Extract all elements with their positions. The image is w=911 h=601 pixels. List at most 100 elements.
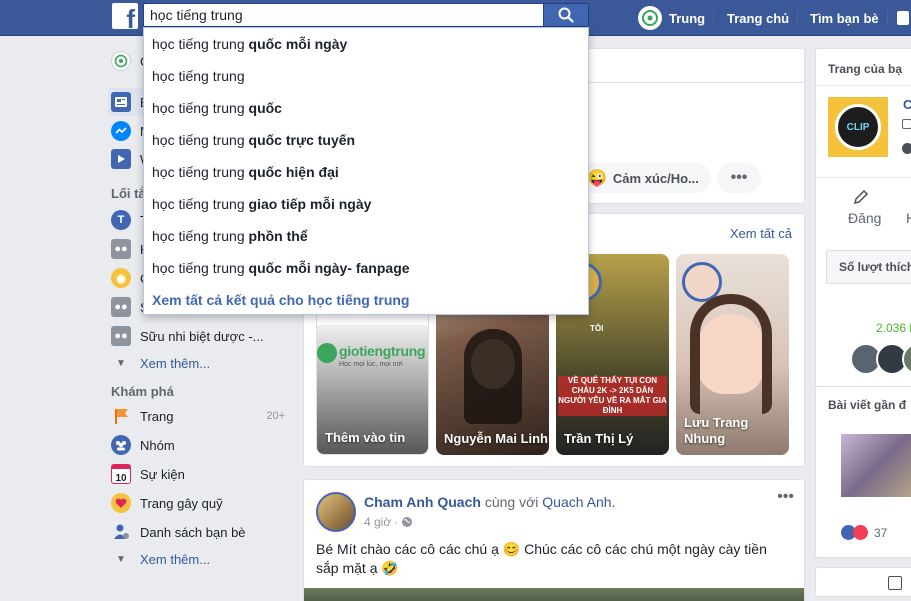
create-icon bbox=[897, 11, 909, 25]
post-tagged-link[interactable]: Quach Anh. bbox=[542, 494, 615, 510]
nav-divider bbox=[797, 10, 798, 26]
story-name: Lưu Trang Nhung bbox=[684, 415, 749, 446]
sidebar-item-pages[interactable]: Trang 20+ bbox=[108, 402, 288, 430]
stories-see-all-link[interactable]: Xem tất cả bbox=[730, 226, 792, 241]
shortcuts-heading: Lối tắ bbox=[111, 186, 146, 201]
suggestion-prefix: học tiếng trung bbox=[152, 132, 245, 148]
suggestion-item[interactable]: học tiếng trung quốc hiện đại bbox=[152, 156, 339, 188]
suggestion-item[interactable]: học tiếng trung bbox=[152, 60, 245, 92]
see-all-results-link[interactable]: Xem tất cả kết quả cho học tiếng trung bbox=[152, 284, 409, 316]
post-options-button[interactable]: ••• bbox=[777, 488, 794, 506]
recent-post-thumbnail[interactable] bbox=[841, 434, 911, 497]
sidebar-item-groups[interactable]: Nhóm bbox=[108, 431, 288, 459]
facebook-logo[interactable]: f bbox=[112, 3, 138, 32]
suggestion-item[interactable]: học tiếng trung phồn thể bbox=[152, 220, 308, 252]
post-action-button[interactable]: Đăng bbox=[848, 210, 881, 226]
divider bbox=[816, 85, 911, 86]
story-name: Thêm vào tin bbox=[325, 430, 406, 445]
watch-icon bbox=[111, 149, 131, 169]
sidebar-item-label: Nhóm bbox=[140, 437, 175, 453]
suggestion-prefix: học tiếng trung bbox=[152, 164, 245, 180]
search-input[interactable] bbox=[144, 4, 544, 26]
sidebar-item-shortcut[interactable]: ●● Sữu nhi biệt dược -... bbox=[108, 322, 288, 350]
chevron-down-icon: ▼ bbox=[116, 357, 126, 369]
post-with-text: cùng với bbox=[484, 494, 539, 510]
suggestion-item[interactable]: học tiếng trung giao tiếp mỗi ngày bbox=[152, 188, 371, 220]
suggestion-item[interactable]: học tiếng trung quốc bbox=[152, 92, 282, 124]
sidebar-item-events[interactable]: 10 Sự kiện bbox=[108, 460, 288, 488]
nav-divider bbox=[713, 10, 714, 26]
promote-button[interactable] bbox=[815, 567, 911, 597]
nav-home-link[interactable]: Trang chủ bbox=[727, 0, 789, 36]
your-pages-panel: Trang của bạ CLIP C Đăng H Số lượt thích… bbox=[815, 48, 911, 388]
profile-logo-icon bbox=[642, 10, 658, 26]
post-timestamp[interactable]: 4 giờ bbox=[364, 515, 391, 529]
suggestion-completion: quốc mỗi ngày- fanpage bbox=[244, 260, 410, 276]
group-icon: ●● bbox=[111, 326, 131, 346]
suggestion-completion: giao tiếp mỗi ngày bbox=[244, 196, 372, 212]
see-more-shortcuts[interactable]: ▼ Xem thêm... bbox=[108, 349, 288, 377]
story-photo-hair bbox=[464, 329, 522, 424]
suggestion-prefix: học tiếng trung bbox=[152, 228, 245, 244]
more-dots-icon: ••• bbox=[730, 169, 748, 186]
see-more-label: Xem thêm... bbox=[140, 355, 211, 371]
nav-find-friends-link[interactable]: Tìm bạn bè bbox=[810, 0, 879, 36]
profile-avatar bbox=[638, 6, 662, 30]
story-overlay-top: TÔI bbox=[590, 324, 604, 333]
feeling-emoji-icon: 😜 bbox=[587, 170, 607, 187]
see-more-explore[interactable]: ▼ Xem thêm... bbox=[108, 545, 288, 573]
sidebar-item-friend-lists[interactable]: Danh sách bạn bè bbox=[108, 518, 288, 546]
page-thumbnail[interactable]: CLIP bbox=[828, 97, 888, 157]
post-author-link[interactable]: Cham Anh Quach bbox=[364, 494, 481, 510]
feeling-activity-button[interactable]: 😜 Cảm xúc/Ho... bbox=[577, 163, 711, 193]
messenger-icon bbox=[111, 121, 131, 141]
meta-separator: · bbox=[394, 515, 399, 529]
post-photo[interactable] bbox=[304, 588, 804, 601]
edit-icon bbox=[853, 189, 869, 208]
suggestion-item[interactable]: học tiếng trung quốc mỗi ngày bbox=[152, 28, 347, 60]
group-t-icon: T bbox=[111, 210, 131, 230]
brand-logo-subtitle: Học mọi lúc, mọi nơi bbox=[339, 361, 403, 368]
suggestion-item[interactable]: học tiếng trung quốc mỗi ngày- fanpage bbox=[152, 252, 410, 284]
promote-icon bbox=[888, 576, 902, 590]
suggestion-prefix: học tiếng trung bbox=[152, 36, 245, 52]
page-logo: CLIP bbox=[835, 104, 881, 150]
more-options-button[interactable]: ••• bbox=[717, 163, 761, 193]
post-meta: 4 giờ · bbox=[364, 515, 413, 529]
suggestion-item[interactable]: học tiếng trung quốc trực tuyến bbox=[152, 124, 355, 156]
nav-profile-link[interactable]: Trung bbox=[638, 0, 705, 36]
your-pages-heading: Trang của bạ bbox=[828, 62, 903, 76]
suggestion-prefix: học tiếng trung bbox=[152, 68, 245, 84]
suggestion-completion: quốc mỗi ngày bbox=[244, 36, 348, 52]
calendar-icon: 10 bbox=[111, 464, 131, 484]
search-box bbox=[143, 3, 589, 27]
fundraiser-icon bbox=[111, 493, 131, 513]
recent-posts-panel: Bài viết gần đ 37 bbox=[815, 386, 911, 558]
nav-divider bbox=[887, 10, 888, 26]
love-reaction-icon bbox=[853, 525, 868, 540]
group-icon: ●● bbox=[111, 239, 131, 259]
search-icon bbox=[558, 7, 574, 23]
explore-heading: Khám phá bbox=[111, 384, 174, 399]
count-badge: 20+ bbox=[266, 410, 285, 422]
see-more-label: Xem thêm... bbox=[140, 551, 211, 567]
story-name: Nguyễn Mai Linh bbox=[444, 431, 548, 446]
profile-avatar-icon bbox=[111, 51, 131, 71]
suggestion-prefix: học tiếng trung bbox=[152, 196, 245, 212]
nav-profile-name: Trung bbox=[669, 10, 706, 26]
divider bbox=[816, 177, 911, 178]
post-author-avatar[interactable] bbox=[316, 492, 356, 532]
suggestion-completion: quốc hiện đại bbox=[244, 164, 339, 180]
second-action-button[interactable]: H bbox=[906, 210, 911, 226]
page-name-link[interactable]: C bbox=[903, 97, 911, 112]
likes-tab[interactable]: Số lượt thích bbox=[826, 250, 911, 284]
search-suggestions-dropdown: học tiếng trung quốc mỗi ngày học tiếng … bbox=[143, 27, 589, 315]
sidebar-item-fundraisers[interactable]: Trang gây quỹ bbox=[108, 489, 288, 517]
nav-create-link[interactable] bbox=[897, 0, 909, 36]
story-item[interactable]: Lưu Trang Nhung bbox=[676, 254, 789, 455]
post-header: Cham Anh Quach cùng với Quach Anh. bbox=[364, 494, 615, 510]
brand-logo-text: giotiengtrung bbox=[339, 343, 426, 359]
message-icon bbox=[902, 119, 911, 129]
search-button[interactable] bbox=[543, 4, 588, 26]
suggestion-completion: quốc bbox=[244, 100, 282, 116]
